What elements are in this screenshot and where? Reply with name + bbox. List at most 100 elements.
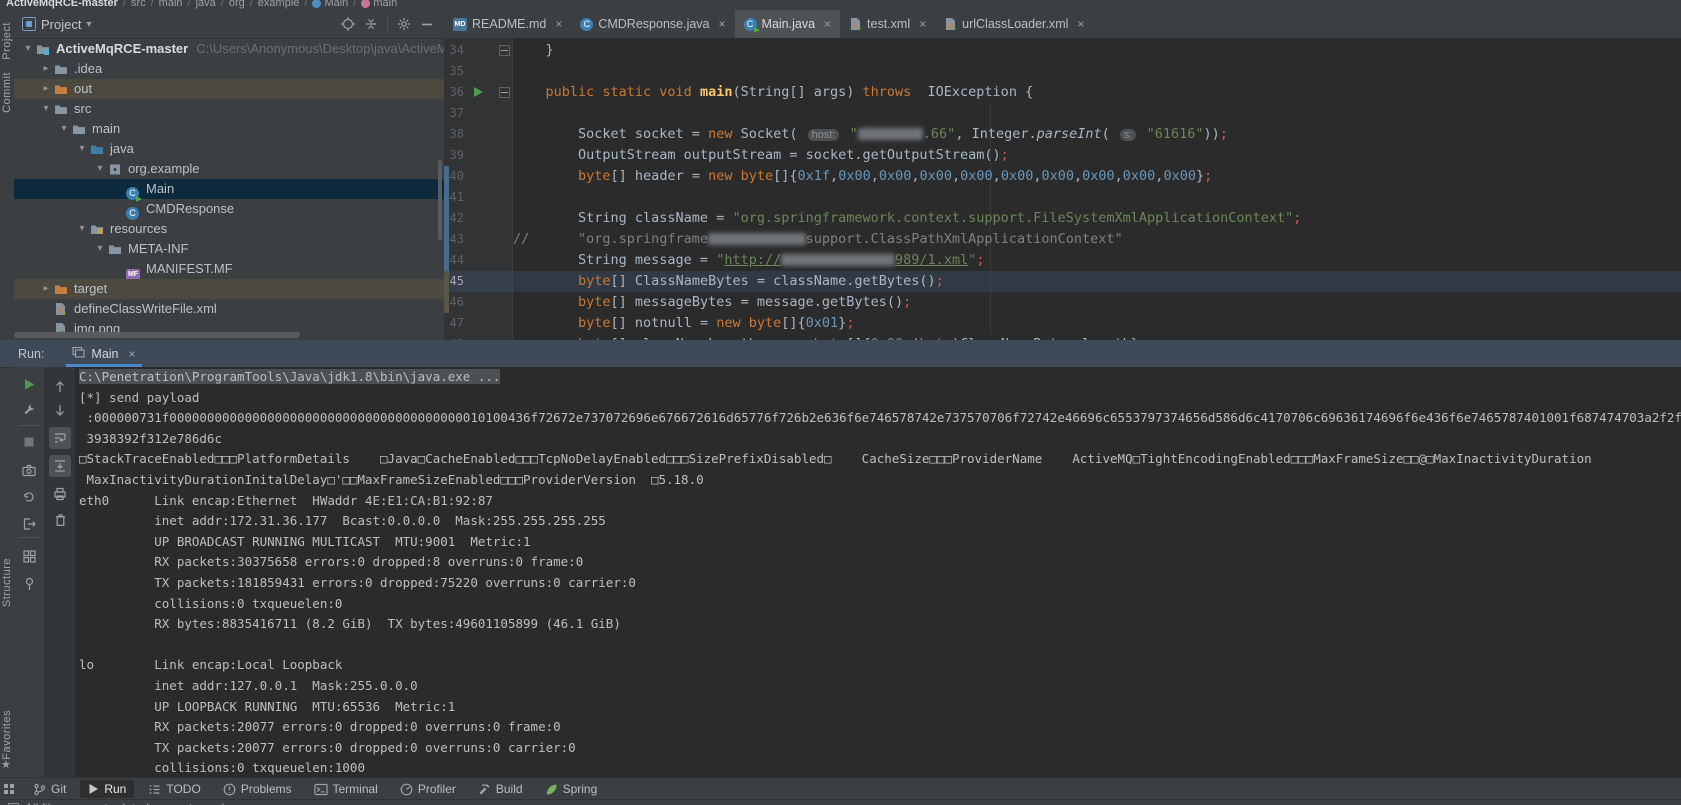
breadcrumb-item[interactable]: example xyxy=(258,0,300,9)
tab-main-java[interactable]: CMain.java× xyxy=(735,10,841,38)
project-view-selector[interactable]: Project ▾ xyxy=(22,17,92,32)
code-line: byte[] header = new byte[]{0x1f,0x00,0x0… xyxy=(513,166,1212,187)
tree-item-main[interactable]: CMain xyxy=(14,179,444,199)
tree-item-path: C:\Users\Anonymous\Desktop\java\ActiveMq… xyxy=(196,41,445,56)
tree-item-java[interactable]: ▾java xyxy=(14,139,444,159)
tree-item-out[interactable]: ▸out xyxy=(14,79,444,99)
folder-icon xyxy=(72,122,86,136)
folder-icon xyxy=(54,102,68,116)
rail-project-label[interactable]: Project xyxy=(1,22,13,60)
trash-icon[interactable] xyxy=(49,509,71,531)
softwrap-icon[interactable] xyxy=(49,427,71,449)
toolwindow-switcher-icon[interactable] xyxy=(3,783,15,795)
close-icon[interactable]: × xyxy=(1077,17,1084,31)
run-console-output[interactable]: C:\Penetration\ProgramTools\Java\jdk1.8\… xyxy=(75,367,1681,777)
fold-icon[interactable] xyxy=(499,87,510,98)
chevron-expanded-icon[interactable]: ▾ xyxy=(76,219,88,239)
exit-icon[interactable] xyxy=(18,513,40,535)
console-line: 3938392f312e786d6c xyxy=(75,429,1681,450)
tree-item-target[interactable]: ▸target xyxy=(14,279,444,299)
breadcrumb-item[interactable]: main xyxy=(159,0,183,9)
toolwindow-terminal[interactable]: Terminal xyxy=(306,780,386,798)
tree-item-src[interactable]: ▾src xyxy=(14,99,444,119)
toolwindow-problems[interactable]: Problems xyxy=(215,780,300,798)
tree-item-manifest-mf[interactable]: MFMANIFEST.MF xyxy=(14,259,444,279)
toolwindow-todo[interactable]: TODO xyxy=(140,780,208,798)
restart-icon[interactable] xyxy=(18,486,40,508)
toolwindow-spring[interactable]: Spring xyxy=(537,780,606,798)
left-toolwindow-rail: Project Commit Structure Favorites ★ xyxy=(0,10,15,777)
tree-item-activemqrce-master[interactable]: ▾ActiveMqRCE-masterC:\Users\Anonymous\De… xyxy=(14,39,444,59)
favorites-star-icon[interactable]: ★ xyxy=(1,758,11,771)
line-number: 47 xyxy=(444,313,464,334)
toolwindow-run[interactable]: Run xyxy=(80,780,134,798)
down-icon[interactable] xyxy=(49,399,71,421)
chevron-collapsed-icon[interactable]: ▸ xyxy=(40,279,52,299)
chevron-expanded-icon[interactable]: ▾ xyxy=(94,159,106,179)
chevron-expanded-icon[interactable]: ▾ xyxy=(40,99,52,119)
gear-icon[interactable] xyxy=(397,17,411,31)
toolwindow-build[interactable]: Build xyxy=(470,780,531,798)
tab-readme-md[interactable]: MDREADME.md× xyxy=(444,10,571,38)
chevron-collapsed-icon[interactable]: ▸ xyxy=(40,59,52,79)
stop-icon[interactable] xyxy=(18,431,40,453)
scroll-end-icon[interactable] xyxy=(49,455,71,477)
run-line-icon[interactable] xyxy=(474,87,483,97)
breadcrumb-separator: / xyxy=(123,0,126,9)
print-icon[interactable] xyxy=(49,483,71,505)
code-line: public static void main(String[] args) t… xyxy=(513,82,1033,103)
close-icon[interactable]: × xyxy=(129,347,136,361)
pin-icon[interactable] xyxy=(18,573,40,595)
chevron-expanded-icon[interactable]: ▾ xyxy=(94,239,106,259)
breadcrumb-root[interactable]: ActiveMqRCE-master xyxy=(6,0,118,9)
chevron-collapsed-icon[interactable]: ▸ xyxy=(40,79,52,99)
build-icon xyxy=(478,783,491,796)
chevron-expanded-icon[interactable]: ▾ xyxy=(76,139,88,159)
profiler-icon xyxy=(400,783,413,796)
tree-item-label: MANIFEST.MF xyxy=(146,259,233,279)
rail-favorites-label[interactable]: Favorites xyxy=(1,710,13,760)
run-tab-main[interactable]: Main × xyxy=(66,340,141,367)
console-line xyxy=(75,635,1681,656)
tree-item-cmdresponse[interactable]: CCMDResponse xyxy=(14,199,444,219)
breadcrumb-items[interactable]: ActiveMqRCE-master/src/main/java/org/exa… xyxy=(6,0,1681,9)
toolwindow-git[interactable]: Git xyxy=(25,780,74,798)
tree-item-meta-inf[interactable]: ▾META-INF xyxy=(14,239,444,259)
locate-icon[interactable] xyxy=(341,17,355,31)
close-icon[interactable]: × xyxy=(719,17,726,31)
collapse-all-icon[interactable] xyxy=(364,17,378,31)
fold-icon[interactable] xyxy=(499,45,510,56)
breadcrumb-method[interactable]: main xyxy=(361,0,397,9)
breadcrumb-separator: / xyxy=(188,0,191,9)
tab-cmdresponse-java[interactable]: CCMDResponse.java× xyxy=(571,10,734,38)
rail-commit-label[interactable]: Commit xyxy=(1,72,13,113)
hide-icon[interactable] xyxy=(420,17,434,31)
breadcrumb-item[interactable]: org xyxy=(229,0,245,9)
tab-test-xml[interactable]: test.xml× xyxy=(840,10,935,38)
wrench-icon[interactable] xyxy=(18,399,40,421)
grid-icon[interactable] xyxy=(18,545,40,567)
toolwindow-profiler[interactable]: Profiler xyxy=(392,780,464,798)
rail-structure-label[interactable]: Structure xyxy=(1,558,13,607)
tree-item-main[interactable]: ▾main xyxy=(14,119,444,139)
breadcrumb-item[interactable]: src xyxy=(131,0,146,9)
rerun-icon[interactable] xyxy=(18,373,40,395)
camera-icon[interactable] xyxy=(18,459,40,481)
tree-item-defineclasswritefile-xml[interactable]: defineClassWriteFile.xml xyxy=(14,299,444,319)
tab-urlclassloader-xml[interactable]: urlClassLoader.xml× xyxy=(935,10,1093,38)
tree-vertical-scrollbar[interactable] xyxy=(438,160,442,240)
chevron-expanded-icon[interactable]: ▾ xyxy=(58,119,70,139)
tree-item-org-example[interactable]: ▾org.example xyxy=(14,159,444,179)
breadcrumb-item[interactable]: java xyxy=(196,0,216,9)
close-icon[interactable]: × xyxy=(919,17,926,31)
close-icon[interactable]: × xyxy=(824,17,831,31)
chevron-expanded-icon[interactable]: ▾ xyxy=(22,39,34,59)
up-icon[interactable] xyxy=(49,375,71,397)
close-icon[interactable]: × xyxy=(555,17,562,31)
tree-horizontal-scrollbar[interactable] xyxy=(14,332,300,338)
code-editor[interactable]: 34 }3536 public static void main(String[… xyxy=(444,38,1681,340)
line-number: 35 xyxy=(444,61,464,82)
tree-item--idea[interactable]: ▸.idea xyxy=(14,59,444,79)
breadcrumb-class[interactable]: Main xyxy=(312,0,348,9)
tree-item-resources[interactable]: ▾resources xyxy=(14,219,444,239)
